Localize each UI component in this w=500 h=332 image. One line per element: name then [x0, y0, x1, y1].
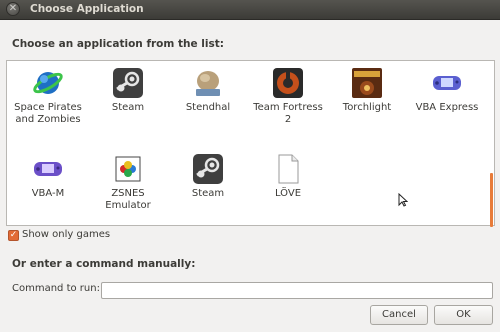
gameboy-advance-purple-icon: [34, 162, 62, 176]
app-label: LÖVE: [274, 188, 302, 199]
app-label: Stendhal: [185, 102, 231, 113]
list-heading: Choose an application from the list:: [12, 38, 224, 50]
app-label: ZSNES Emulator: [105, 188, 151, 211]
manual-section-heading: Or enter a command manually:: [12, 258, 196, 270]
tf2-icon: [273, 68, 303, 98]
close-icon[interactable]: ✕: [6, 2, 20, 16]
app-item-tf2[interactable]: Team Fortress 2: [250, 67, 326, 126]
zsnes-icon: [115, 156, 141, 182]
checkbox-label: Show only games: [22, 229, 111, 240]
stendhal-icon: [196, 71, 220, 96]
spaz-planet-icon: [33, 72, 63, 94]
app-label: VBA Express: [415, 102, 479, 113]
app-item-vba-m[interactable]: VBA-M: [10, 153, 86, 200]
steam-icon: [193, 154, 223, 184]
title-bar[interactable]: ✕ Choose Application: [0, 0, 500, 20]
steam-icon: [113, 68, 143, 98]
blank-document-icon: [278, 154, 299, 184]
command-input[interactable]: [101, 282, 493, 299]
torchlight-icon: [352, 68, 382, 98]
app-item-stendhal[interactable]: Stendhal: [170, 67, 246, 114]
app-label: Steam: [111, 102, 145, 113]
app-item-zsnes[interactable]: ZSNES Emulator: [90, 153, 166, 212]
command-label: Command to run:: [12, 283, 100, 294]
cancel-button[interactable]: Cancel: [370, 305, 428, 325]
gameboy-advance-icon: [433, 76, 461, 90]
ok-button[interactable]: OK: [434, 305, 493, 325]
list-scrollbar[interactable]: [490, 173, 493, 227]
checkbox-checked-icon[interactable]: ✓: [8, 230, 19, 241]
mouse-pointer-icon: [398, 193, 408, 207]
app-item-steam[interactable]: Steam: [90, 67, 166, 114]
app-label: Steam: [191, 188, 225, 199]
app-item-steam-2[interactable]: Steam: [170, 153, 246, 200]
app-item-space-pirates[interactable]: Space Pirates and Zombies: [10, 67, 86, 126]
app-item-torchlight[interactable]: Torchlight: [329, 67, 405, 114]
app-item-love[interactable]: LÖVE: [250, 153, 326, 200]
app-label: Torchlight: [342, 102, 392, 113]
window-title: Choose Application: [30, 3, 144, 15]
app-label: Space Pirates and Zombies: [14, 102, 82, 125]
app-item-vba-express[interactable]: VBA Express: [409, 67, 485, 114]
app-label: Team Fortress 2: [253, 102, 323, 125]
choose-application-dialog: ✕ Choose Application Choose an applicati…: [0, 0, 500, 332]
app-label: VBA-M: [31, 188, 65, 199]
application-list[interactable]: Space Pirates and Zombies Steam Stendhal: [6, 60, 495, 227]
